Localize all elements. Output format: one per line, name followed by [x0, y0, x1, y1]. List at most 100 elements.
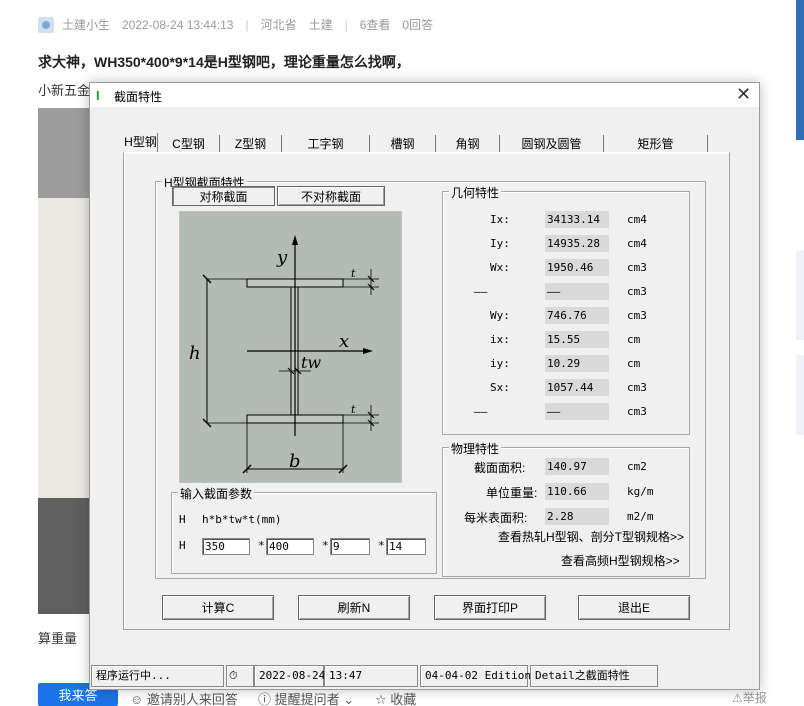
h-label: h	[189, 343, 201, 364]
favorite-link[interactable]: ☆ 收藏	[375, 689, 416, 706]
x-axis-label: x	[339, 331, 349, 352]
calc-button[interactable]: 计算C	[162, 595, 274, 620]
answer-photo[interactable]	[38, 108, 92, 614]
geometry-unit: cm3	[627, 285, 647, 298]
times-sign: *	[378, 539, 385, 552]
scrollbar-accent	[796, 0, 804, 140]
geometry-label: iy:	[490, 357, 510, 370]
t-top-label: t	[351, 267, 356, 280]
hot-rolled-spec-link[interactable]: 查看热轧H型钢、剖分T型钢规格>>	[498, 528, 684, 545]
geometry-value: 14935.28	[545, 235, 609, 252]
info-icon: ⓘ	[258, 692, 275, 706]
geometry-label: Ix:	[490, 213, 510, 226]
geometry-unit: cm	[627, 357, 641, 370]
t-input[interactable]: 14	[386, 538, 426, 555]
y-axis-label: y	[276, 247, 288, 268]
b-label: b	[289, 451, 301, 472]
geometry-label: ——	[474, 405, 488, 418]
post-datetime: 2022-08-24 13:44:13	[122, 17, 234, 32]
question-title: 求大神，WH350*400*9*14是H型钢吧，理论重量怎么找啊，	[38, 54, 410, 70]
close-icon[interactable]: ✕	[736, 85, 751, 103]
b-input[interactable]: 400	[266, 538, 314, 555]
geometry-unit: cm3	[627, 261, 647, 274]
question-meta: 土建小生 2022-08-24 13:44:13 | 河北省 土建 | 6查看 …	[38, 16, 445, 33]
tab-h-steel[interactable]: H型钢	[124, 133, 158, 154]
geometry-label: Sx:	[490, 381, 510, 394]
h-section-diagram: y x h tw b t t	[179, 211, 402, 483]
warning-icon: ⚠	[732, 691, 743, 705]
tab-i-beam[interactable]: 工字钢	[282, 135, 370, 153]
tab-rect-tube[interactable]: 矩形管	[604, 135, 708, 153]
side-panel-edge	[796, 355, 804, 435]
section-properties-window: I 截面特性 ✕ H型钢 C型钢 Z型钢 工字钢 槽钢 角钢 圆钢及圆管 矩形管…	[89, 82, 760, 690]
tab-c-steel[interactable]: C型钢	[158, 135, 220, 153]
page: { "web": { "author": "土建小生", "datetime":…	[0, 0, 804, 706]
chevron-down-icon: ⌄	[339, 692, 355, 706]
remind-link[interactable]: ⓘ 提醒提问者 ⌄	[258, 689, 354, 706]
author-name[interactable]: 土建小生	[62, 16, 110, 33]
physical-label: 单位重量:	[486, 486, 538, 500]
answer-count: 0回答	[402, 18, 434, 32]
report-link[interactable]: ⚠举报	[732, 689, 767, 706]
location: 河北省	[260, 18, 297, 32]
tw-label: tw	[301, 353, 321, 372]
refresh-button[interactable]: 刷新N	[298, 595, 410, 620]
calc-weight-text: 算重量	[38, 631, 78, 646]
timer-icon: ⏱	[226, 665, 254, 687]
window-client: H型钢 C型钢 Z型钢 工字钢 槽钢 角钢 圆钢及圆管 矩形管 H型钢截面特性 …	[90, 107, 759, 689]
physical-unit: kg/m	[627, 485, 654, 498]
geometry-label: ix:	[490, 333, 510, 346]
tab-round-tube[interactable]: 圆钢及圆管	[500, 135, 604, 153]
side-panel-edge	[796, 250, 804, 340]
tab-angle[interactable]: 角钢	[436, 135, 500, 153]
category[interactable]: 土建	[309, 16, 333, 33]
geometry-label: Wx:	[490, 261, 510, 274]
status-date: 2022-08-24	[254, 665, 325, 687]
status-state: 程序运行中...	[91, 665, 224, 687]
asymmetric-button[interactable]: 不对称截面	[277, 186, 385, 206]
h-input[interactable]: 350	[202, 538, 250, 555]
exit-button[interactable]: 退出E	[578, 595, 690, 620]
physical-value: 110.66	[545, 483, 609, 500]
geometry-value: 746.76	[545, 307, 609, 324]
avatar[interactable]	[38, 16, 54, 33]
input-hint: h*b*tw*t(mm)	[202, 513, 282, 526]
times-sign: *	[258, 539, 265, 552]
window-title: 截面特性	[114, 90, 163, 104]
tab-strip: H型钢 C型钢 Z型钢 工字钢 槽钢 角钢 圆钢及圆管 矩形管	[124, 133, 730, 154]
high-freq-spec-link[interactable]: 查看高频H型钢规格>>	[561, 552, 680, 569]
geometry-unit: cm3	[627, 381, 647, 394]
tab-channel[interactable]: 槽钢	[370, 135, 436, 153]
t-bottom-label: t	[351, 403, 356, 416]
answer-author: 小新五金	[38, 83, 91, 98]
physical-label: 截面面积:	[474, 461, 526, 475]
physical-value: 2.28	[545, 508, 609, 525]
physical-title: 物理特性	[449, 440, 502, 457]
tw-input[interactable]: 9	[330, 538, 370, 555]
geometry-value: ——	[545, 403, 609, 420]
star-icon: ☆	[375, 692, 391, 706]
person-icon: ☺	[130, 692, 147, 706]
geometry-unit: cm4	[627, 237, 647, 250]
input-group: 输入截面参数	[171, 485, 437, 574]
geometry-label: ——	[474, 285, 488, 298]
geometry-label: Wy:	[490, 309, 510, 322]
geometry-value: 1057.44	[545, 379, 609, 396]
input-group-title: 输入截面参数	[178, 485, 255, 502]
input-hint-prefix: H	[179, 513, 186, 526]
times-sign: *	[322, 539, 329, 552]
status-info: Detail之截面特性	[530, 665, 658, 687]
status-edition: 04-04-02 Edition	[420, 665, 531, 687]
symmetric-button[interactable]: 对称截面	[172, 186, 275, 206]
geometry-value: 34133.14	[545, 211, 609, 228]
geometry-title: 几何特性	[449, 184, 502, 201]
geometry-unit: cm	[627, 333, 641, 346]
title-bar[interactable]: I 截面特性 ✕	[90, 83, 759, 107]
tab-z-steel[interactable]: Z型钢	[220, 135, 282, 153]
physical-value: 140.97	[545, 458, 609, 475]
print-button[interactable]: 界面打印P	[434, 595, 546, 620]
invite-link[interactable]: ☺ 邀请别人来回答	[130, 689, 238, 706]
geometry-unit: cm4	[627, 213, 647, 226]
geometry-value: ——	[545, 283, 609, 300]
geometry-label: Iy:	[490, 237, 510, 250]
